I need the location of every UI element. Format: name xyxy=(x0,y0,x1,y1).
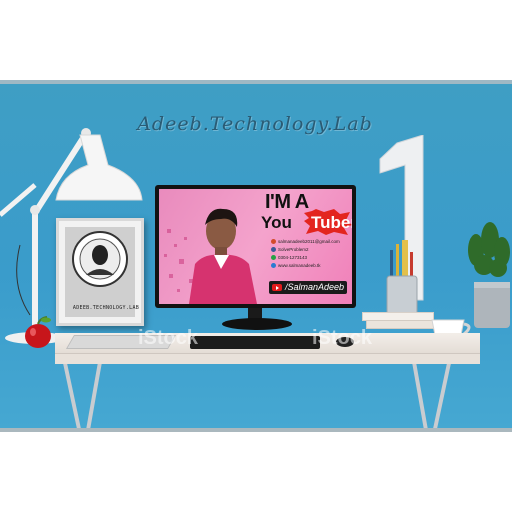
contact-email-text: salmanadeeb2011@gmail.com xyxy=(278,239,340,244)
monitor: I'M A You Tuber salmanadeeb2011@gmail.co… xyxy=(155,185,356,308)
youtube-channel-bar: /SalmanAdeeb xyxy=(269,281,347,294)
keyboard xyxy=(190,336,320,349)
desk-leg xyxy=(63,364,81,428)
monitor-base xyxy=(222,318,292,330)
globe-icon xyxy=(271,263,276,269)
top-border xyxy=(0,80,512,84)
brand-watermark: Adeeb.Technology.Lab xyxy=(137,113,373,135)
phone-icon xyxy=(271,255,276,261)
stock-watermark: iStock xyxy=(138,327,199,349)
headline-you: You xyxy=(261,213,292,232)
contact-website-text: www.salmanadeeb.tk xyxy=(278,263,321,268)
contact-phone-text: 0304-1273143 xyxy=(278,255,308,260)
contact-facebook-text: SolveProblem2 xyxy=(278,247,309,252)
contact-website: www.salmanadeeb.tk xyxy=(271,263,321,269)
desk-leg xyxy=(433,364,451,428)
frame-caption: ADEEB.TECHNOLOGY.LAB xyxy=(72,305,140,311)
facebook-icon xyxy=(271,247,276,253)
channel-name: /SalmanAdeeb xyxy=(285,282,345,292)
headline-im-a: I'M A xyxy=(265,191,309,213)
headline-tuber: Tuber xyxy=(311,213,352,232)
desk-leg xyxy=(412,364,428,428)
photo-frame: ADEEB.TECHNOLOGY.LAB xyxy=(56,218,144,326)
pencil-holder xyxy=(386,240,418,317)
contact-facebook: SolveProblem2 xyxy=(271,247,309,253)
contact-email: salmanadeeb2011@gmail.com xyxy=(271,239,340,245)
youtuber-portrait xyxy=(164,208,257,304)
desk-edge xyxy=(55,354,480,364)
portrait-seal-logo xyxy=(72,231,128,287)
desk-scene-photo: Adeeb.Technology.Lab ADEEB.TECHNOLOGY.LA… xyxy=(0,80,512,432)
youtube-play-icon xyxy=(272,284,282,291)
email-icon xyxy=(271,239,276,245)
monitor-screen: I'M A You Tuber salmanadeeb2011@gmail.co… xyxy=(159,189,352,304)
frame-photo: ADEEB.TECHNOLOGY.LAB xyxy=(65,227,139,317)
bottom-border xyxy=(0,428,512,432)
desk-leg xyxy=(86,364,102,428)
stock-watermark: iStock xyxy=(312,327,373,349)
contact-phone: 0304-1273143 xyxy=(271,255,308,261)
apple xyxy=(25,316,51,348)
